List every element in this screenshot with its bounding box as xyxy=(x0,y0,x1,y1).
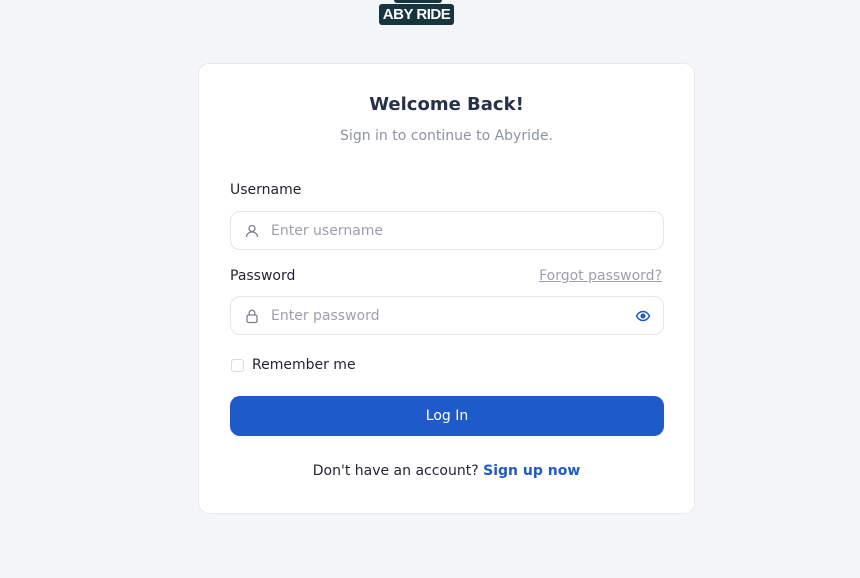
login-button[interactable]: Log In xyxy=(230,396,664,436)
login-card: Welcome Back! Sign in to continue to Aby… xyxy=(198,63,695,514)
page-subtitle: Sign in to continue to Abyride. xyxy=(340,128,553,144)
eye-icon[interactable] xyxy=(635,308,651,324)
signup-prompt-text: Don't have an account? xyxy=(312,463,479,479)
username-label: Username xyxy=(230,182,302,198)
password-input[interactable] xyxy=(271,297,631,334)
logo-top-mark xyxy=(394,0,442,3)
forgot-password-link[interactable]: Forgot password? xyxy=(539,268,662,284)
abyride-logo: ABY RIDE xyxy=(379,4,454,25)
page-title: Welcome Back! xyxy=(369,94,524,115)
username-field[interactable] xyxy=(230,211,664,250)
remember-label[interactable]: Remember me xyxy=(252,357,356,373)
signup-prompt: Don't have an account? Sign up now xyxy=(199,463,694,479)
password-label: Password xyxy=(230,268,296,284)
username-input[interactable] xyxy=(271,212,631,249)
user-icon xyxy=(245,224,259,238)
lock-icon xyxy=(246,309,258,324)
signup-link[interactable]: Sign up now xyxy=(483,463,580,479)
remember-checkbox[interactable] xyxy=(231,359,244,372)
password-field[interactable] xyxy=(230,296,664,335)
